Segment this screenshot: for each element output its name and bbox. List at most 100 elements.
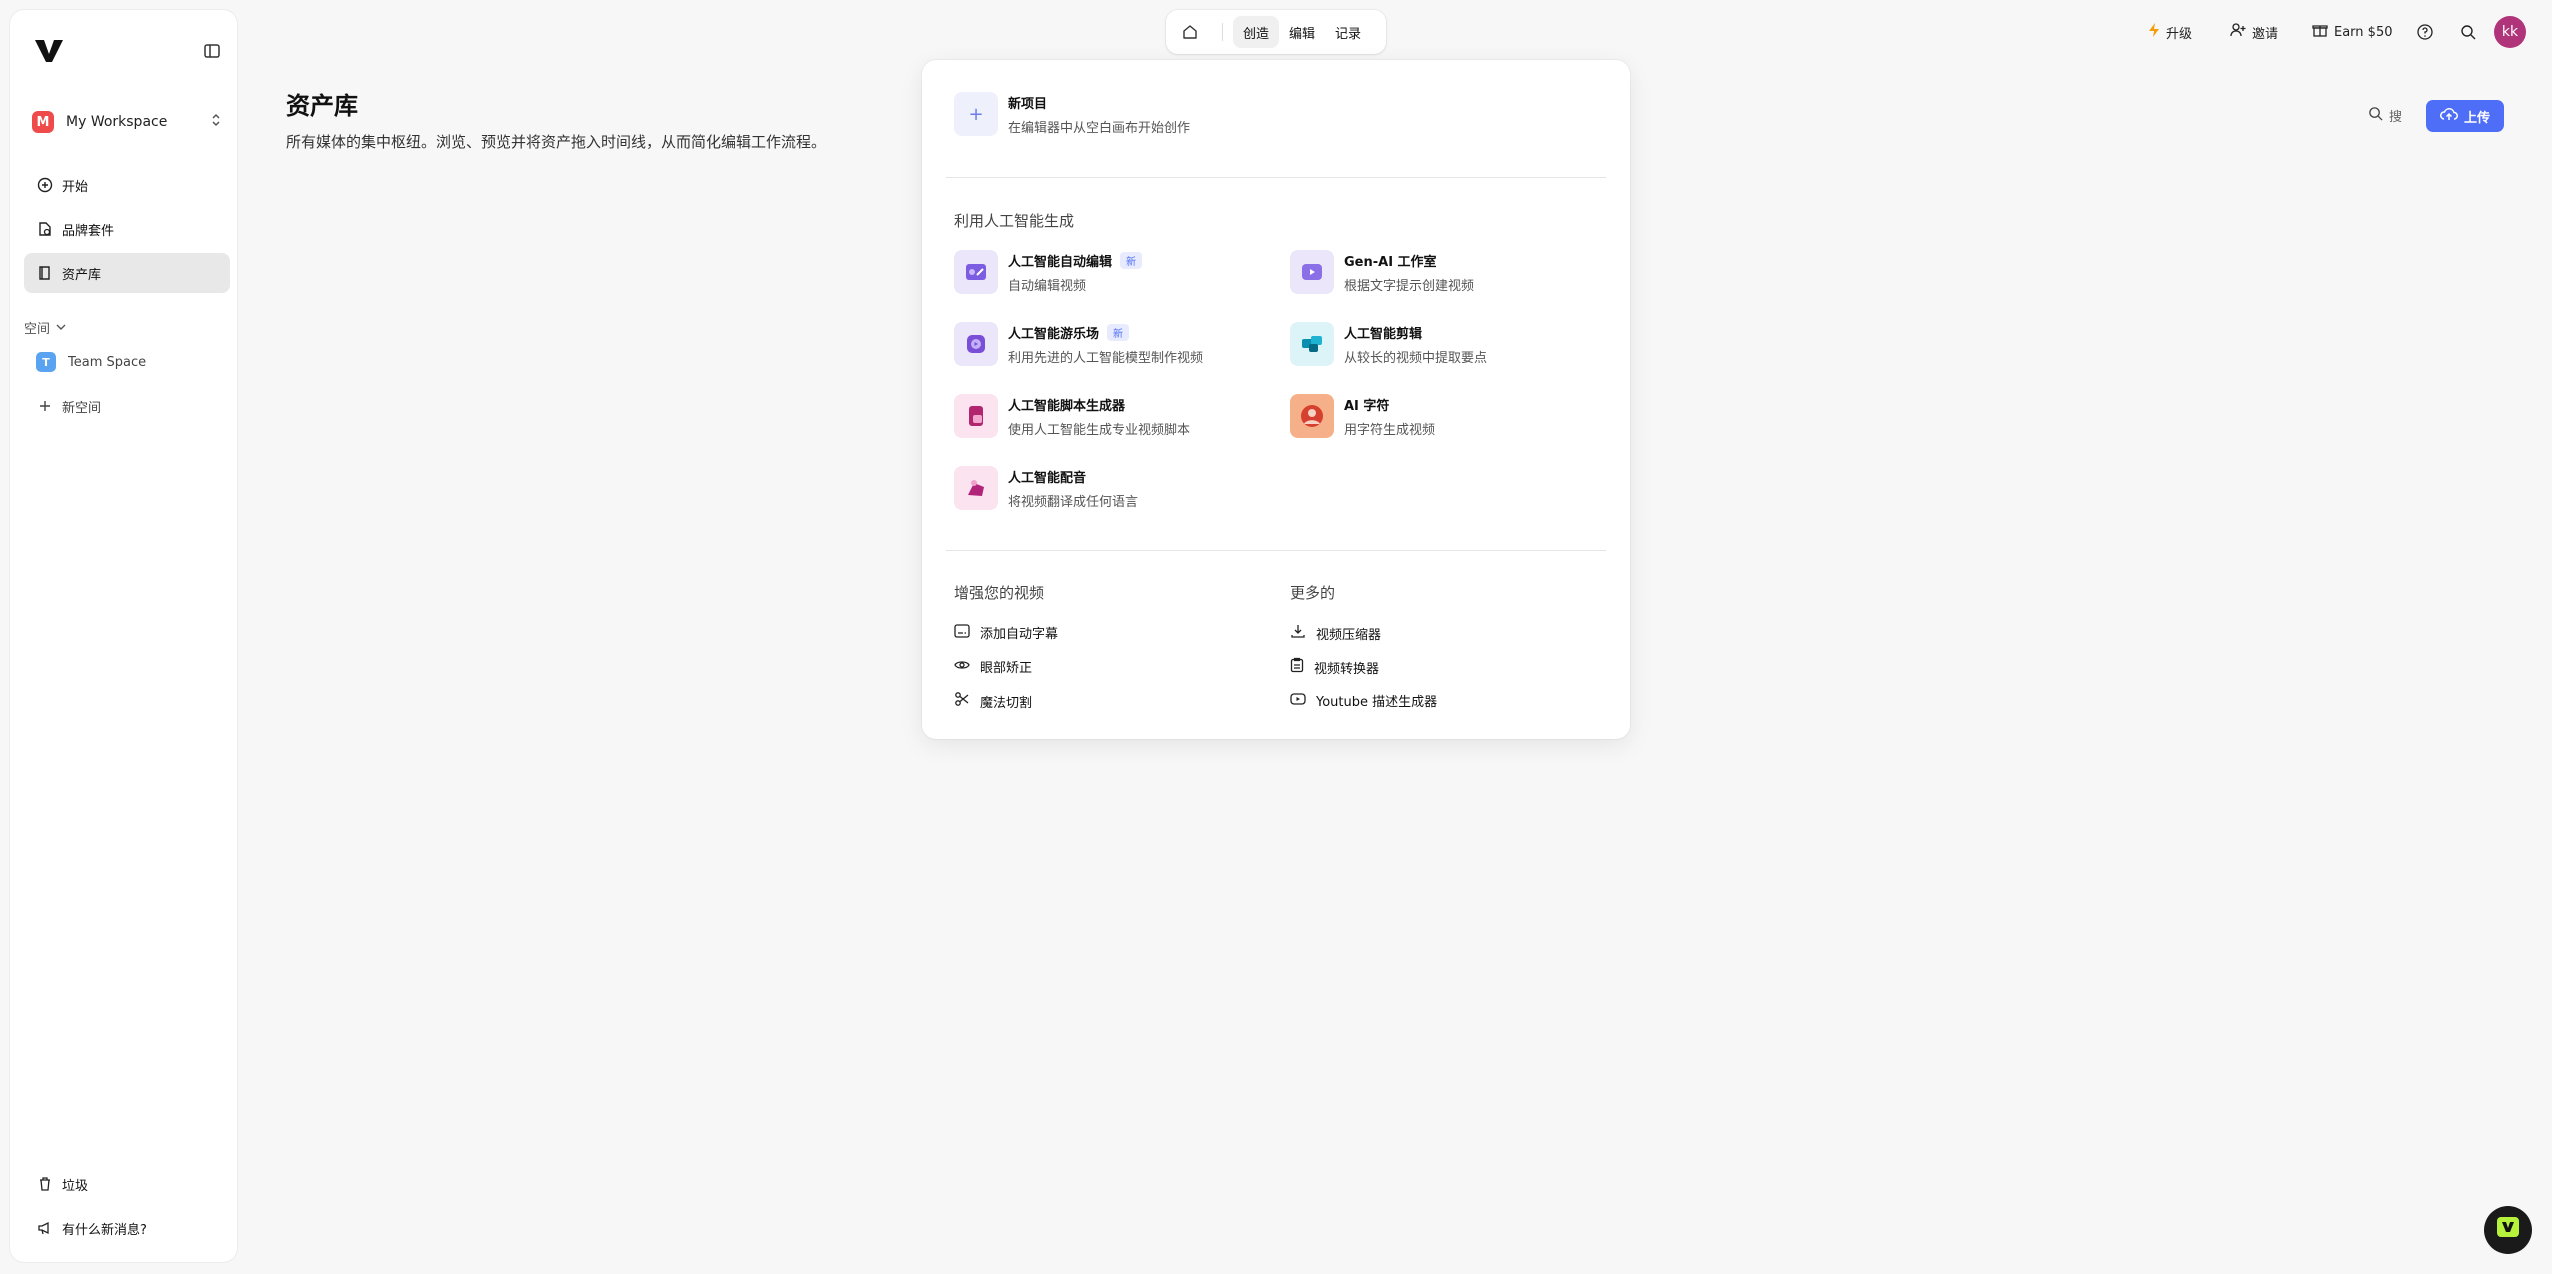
chevron-down-icon: [56, 320, 66, 335]
sidebar-item-team-space[interactable]: T Team Space: [24, 342, 230, 382]
sidebar-item-label: 资产库: [62, 267, 102, 283]
upload-button[interactable]: 上传: [2426, 100, 2504, 132]
ai-item-title: AI 字符: [1344, 398, 1390, 414]
link-label: Youtube 描述生成器: [1316, 695, 1438, 710]
user-avatar[interactable]: kk: [2494, 16, 2526, 48]
workspace-switcher[interactable]: M My Workspace: [24, 102, 230, 142]
new-project-title: 新项目: [1008, 96, 1048, 112]
new-space-button[interactable]: 新空间: [24, 386, 230, 426]
home-icon[interactable]: [1172, 16, 1208, 48]
sidebar-item-label: 品牌套件: [62, 223, 115, 239]
sidebar-item-whats-new[interactable]: 有什么新消息?: [24, 1208, 230, 1248]
space-avatar: T: [36, 352, 56, 372]
lightning-icon: [2148, 22, 2160, 42]
ai-item-title: 人工智能配音: [1008, 470, 1087, 486]
sidebar-item-label: 开始: [62, 179, 89, 195]
tab-create[interactable]: 创造: [1233, 16, 1280, 48]
ai-item-title: 人工智能自动编辑: [1008, 254, 1113, 270]
chevron-updown-icon: [210, 112, 222, 132]
ai-item-title: Gen-AI 工作室: [1344, 254, 1437, 270]
gift-icon: [2312, 22, 2328, 42]
new-badge: 新: [1107, 323, 1130, 341]
ai-item-desc: 根据文字提示创建视频: [1344, 278, 1475, 294]
create-dropdown-panel: + 新项目 在编辑器中从空白画布开始创作 利用人工智能生成 人工智能自动编辑新 …: [922, 60, 1630, 739]
magic-cut-link[interactable]: 魔法切割: [954, 691, 1032, 711]
sidebar-item-library[interactable]: 资产库: [24, 253, 230, 293]
video-converter-link[interactable]: 视频转换器: [1290, 657, 1379, 677]
trash-icon: [36, 1175, 54, 1193]
ai-section-title: 利用人工智能生成: [954, 212, 1075, 230]
youtube-icon: [1290, 692, 1306, 709]
ai-item-title: 人工智能脚本生成器: [1008, 398, 1126, 414]
panel-divider: [946, 550, 1606, 551]
ai-auto-edit-item[interactable]: 人工智能自动编辑新 自动编辑视频: [954, 250, 1143, 294]
auto-edit-icon: [954, 250, 998, 294]
scissors-icon: [954, 691, 970, 711]
upgrade-button[interactable]: 升级: [2148, 18, 2192, 46]
invite-label: 邀请: [2252, 26, 2279, 42]
sidebar-collapse-icon[interactable]: [196, 36, 228, 66]
brand-kit-icon: [36, 220, 54, 238]
add-subtitles-link[interactable]: 添加自动字幕: [954, 623, 1058, 642]
sidebar-item-brand-kit[interactable]: 品牌套件: [24, 209, 230, 249]
sidebar-item-trash[interactable]: 垃圾: [24, 1164, 230, 1204]
support-chat-button[interactable]: [2484, 1206, 2532, 1254]
link-label: 视频转换器: [1314, 661, 1380, 677]
more-section-title: 更多的: [1290, 584, 1336, 602]
search-icon[interactable]: [2460, 18, 2476, 46]
sidebar-item-start[interactable]: 开始: [24, 165, 230, 205]
ai-item-title: 人工智能剪辑: [1344, 326, 1423, 342]
link-label: 眼部矫正: [980, 661, 1033, 676]
dubbing-icon: [954, 466, 998, 510]
upload-label: 上传: [2463, 110, 2490, 126]
page-title: 资产库: [286, 92, 358, 120]
plus-icon: +: [954, 92, 998, 136]
ai-item-desc: 将视频翻译成任何语言: [1008, 494, 1139, 510]
link-label: 添加自动字幕: [980, 627, 1059, 642]
plus-circle-icon: [36, 176, 54, 194]
ai-avatars-item[interactable]: AI 字符 用字符生成视频: [1290, 394, 1435, 438]
library-icon: [36, 264, 54, 282]
eye-contact-link[interactable]: 眼部矫正: [954, 657, 1032, 676]
new-space-label: 新空间: [62, 400, 102, 416]
megaphone-icon: [36, 1219, 54, 1237]
earn-label: Earn $50: [2334, 24, 2393, 40]
workspace-avatar: M: [32, 111, 54, 133]
youtube-description-link[interactable]: Youtube 描述生成器: [1290, 691, 1437, 710]
ai-item-desc: 用字符生成视频: [1344, 422, 1436, 438]
veed-logo[interactable]: [32, 34, 66, 66]
playground-icon: [954, 322, 998, 366]
ai-item-desc: 利用先进的人工智能模型制作视频: [1008, 350, 1204, 366]
download-icon: [1290, 623, 1306, 643]
sidebar-item-label: 垃圾: [62, 1178, 89, 1194]
ai-playground-item[interactable]: 人工智能游乐场新 利用先进的人工智能模型制作视频: [954, 322, 1203, 366]
tab-edit[interactable]: 编辑: [1279, 16, 1325, 48]
plus-icon: [36, 397, 54, 415]
help-icon[interactable]: [2416, 18, 2434, 46]
ai-dubbing-item[interactable]: 人工智能配音 将视频翻译成任何语言: [954, 466, 1138, 510]
gen-ai-studio-icon: [1290, 250, 1334, 294]
invite-button[interactable]: 邀请: [2230, 18, 2278, 46]
top-mode-nav: 创造 编辑 记录: [1166, 10, 1386, 54]
spaces-header[interactable]: 空间: [24, 318, 66, 337]
subtitles-icon: [954, 623, 970, 642]
library-search-button[interactable]: 搜: [2368, 106, 2402, 125]
ai-item-desc: 自动编辑视频: [1008, 278, 1087, 294]
cloud-upload-icon: [2439, 107, 2458, 125]
ai-item-desc: 使用人工智能生成专业视频脚本: [1008, 422, 1191, 438]
video-compressor-link[interactable]: 视频压缩器: [1290, 623, 1381, 643]
new-project-desc: 在编辑器中从空白画布开始创作: [1008, 120, 1191, 136]
new-project-item[interactable]: + 新项目 在编辑器中从空白画布开始创作: [954, 92, 1190, 136]
ai-clips-item[interactable]: 人工智能剪辑 从较长的视频中提取要点: [1290, 322, 1487, 366]
page-subtitle: 所有媒体的集中枢纽。浏览、预览并将资产拖入时间线，从而简化编辑工作流程。: [286, 133, 827, 151]
link-label: 魔法切割: [980, 695, 1033, 711]
gen-ai-studio-item[interactable]: Gen-AI 工作室 根据文字提示创建视频: [1290, 250, 1474, 294]
earn-button[interactable]: Earn $50: [2312, 18, 2392, 46]
clipboard-icon: [1290, 657, 1304, 677]
tab-record[interactable]: 记录: [1325, 16, 1371, 48]
sidebar-item-label: 有什么新消息?: [62, 1222, 147, 1238]
ai-script-generator-item[interactable]: 人工智能脚本生成器 使用人工智能生成专业视频脚本: [954, 394, 1190, 438]
workspace-name: My Workspace: [66, 114, 168, 130]
panel-divider: [946, 177, 1606, 178]
script-generator-icon: [954, 394, 998, 438]
